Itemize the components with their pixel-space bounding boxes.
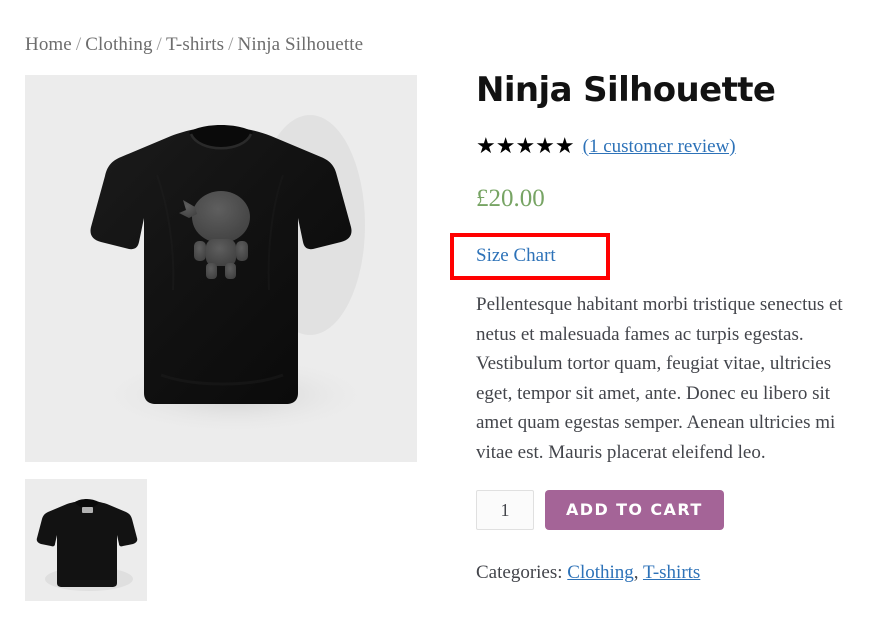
breadcrumb-separator: / (156, 34, 162, 55)
breadcrumb-item-home[interactable]: Home (25, 34, 72, 55)
product-thumbnails (25, 479, 417, 601)
size-chart-link[interactable]: Size Chart (476, 245, 556, 267)
product-main-image[interactable] (25, 75, 417, 462)
breadcrumb-separator: / (228, 34, 234, 55)
product-categories: Categories: Clothing, T-shirts (476, 561, 876, 585)
page-title: Ninja Silhouette (476, 70, 776, 110)
product-summary: Ninja Silhouette ★★★★★ (1 customer revie… (450, 70, 876, 585)
tshirt-back-svg (25, 479, 147, 601)
product-description: Pellentesque habitant morbi tristique se… (476, 294, 843, 463)
add-to-cart-row: Add to cart (476, 490, 876, 530)
rating-row: ★★★★★ (1 customer review) (476, 135, 876, 159)
category-link-clothing[interactable]: Clothing (567, 562, 634, 583)
size-chart-zone: Size Chart (450, 233, 876, 280)
tshirt-front-illustration (25, 75, 417, 462)
customer-review-link[interactable]: (1 customer review) (583, 136, 736, 158)
category-link-tshirts[interactable]: T-shirts (643, 562, 700, 583)
quantity-input[interactable] (476, 490, 534, 530)
categories-separator: , (633, 562, 639, 583)
product-price: £20.00 (476, 185, 545, 212)
add-to-cart-button[interactable]: Add to cart (545, 490, 724, 530)
star-rating-icon: ★★★★★ (476, 134, 575, 159)
breadcrumb-item-clothing[interactable]: Clothing (85, 34, 152, 55)
tshirt-front-svg (25, 75, 417, 462)
breadcrumb-separator: / (75, 34, 82, 55)
breadcrumb-item-tshirts[interactable]: T-shirts (166, 34, 224, 55)
product-thumbnail-back[interactable] (25, 479, 147, 601)
breadcrumb: Home / Clothing / T-shirts / Ninja Silhouette (25, 33, 363, 57)
product-gallery (25, 75, 417, 601)
breadcrumb-item-current: Ninja Silhouette (237, 34, 364, 55)
categories-label: Categories: (476, 562, 563, 583)
product-page: Home / Clothing / T-shirts / Ninja Silhouette (0, 0, 888, 620)
